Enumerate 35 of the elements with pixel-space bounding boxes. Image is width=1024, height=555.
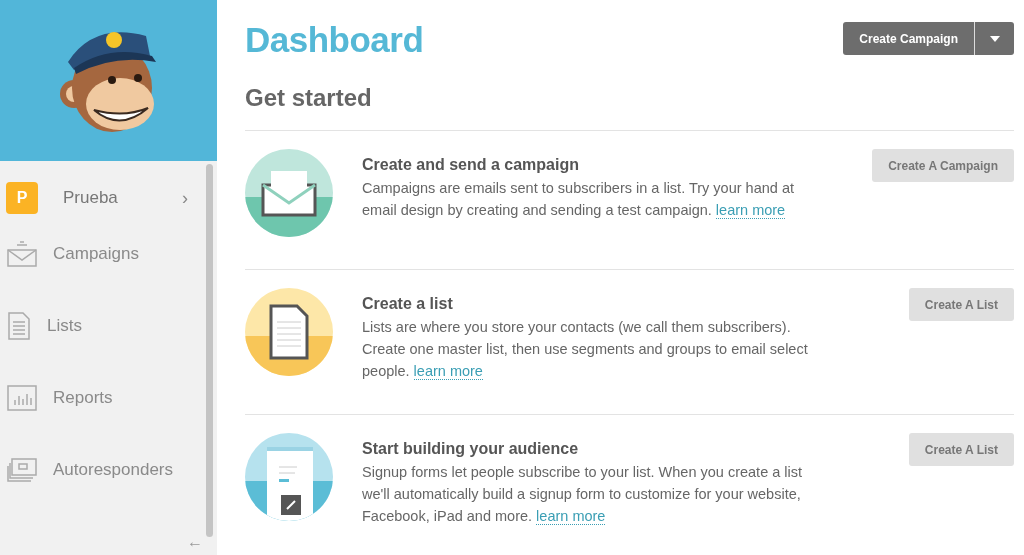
account-item[interactable]: P Prueba › <box>0 178 206 218</box>
learn-more-link[interactable]: learn more <box>715 202 786 219</box>
sidebar-item[interactable]: Autoresponders <box>0 434 206 506</box>
card-action-button[interactable]: Create A List <box>908 433 1014 466</box>
page-title: Dashboard <box>245 20 424 60</box>
card-title: Create and send a campaign <box>362 156 580 174</box>
sidebar-item[interactable]: Campaigns <box>0 218 206 290</box>
account-name: Prueba <box>63 188 119 208</box>
learn-more-link[interactable]: learn more <box>413 363 483 380</box>
account-avatar: P <box>6 182 38 214</box>
sidebar-item-label: Reports <box>53 388 113 408</box>
card-description: Signup forms let people subscribe to your list. When you create a list we'll automatically build a signup form to customize for your website, Facebook, iPad and more. learn more <box>362 463 804 527</box>
dropdown-button[interactable] <box>974 22 1014 55</box>
card-description: Campaigns are emails sent to subscribers in a list. Try your hand at email design by creating and sending a test campaign. learn more <box>362 179 795 221</box>
section-title: Get started <box>245 84 373 112</box>
card-description: Lists are where you store your contacts (we call them subscribers). Create one master list, then use segments and groups to email select people. learn more <box>362 318 809 382</box>
sidebar-item-label: Campaigns <box>53 244 139 264</box>
card-action-button[interactable]: Create A List <box>908 288 1014 321</box>
card-title: Start building your audience <box>362 440 580 458</box>
sidebar-item[interactable]: Lists <box>0 290 206 362</box>
learn-more-link[interactable]: learn more <box>536 508 606 525</box>
document-icon <box>7 312 31 340</box>
card-title: Create a list <box>362 295 454 313</box>
sidebar-item[interactable]: Reports <box>0 362 206 434</box>
caret-icon <box>989 35 1000 42</box>
chevron-icon: › <box>182 187 188 209</box>
card-action-button[interactable]: Create A Campaign <box>872 149 1014 182</box>
create-campaign-button[interactable]: Create Campaign <box>843 22 974 55</box>
bar-chart-icon <box>7 385 37 411</box>
sidebar-item-label: Lists <box>47 316 82 336</box>
sidebar-item-label: Autoresponders <box>53 460 174 480</box>
scrollbar[interactable] <box>206 164 213 537</box>
stacked-mail-icon <box>7 458 37 482</box>
collapse-button[interactable]: ← <box>187 533 203 551</box>
envelope-icon <box>7 241 37 267</box>
